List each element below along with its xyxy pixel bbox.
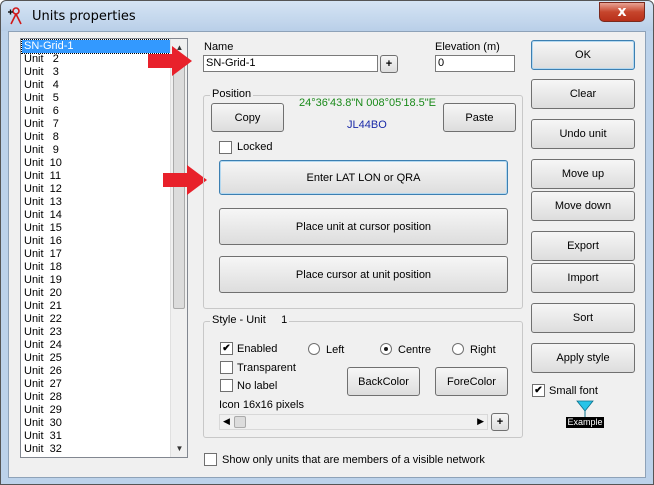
icon-scroll-thumb[interactable]: [234, 416, 246, 428]
name-plus-button[interactable]: +: [380, 55, 398, 73]
sort-button[interactable]: Sort: [531, 303, 635, 333]
app-icon: [8, 7, 22, 25]
list-item[interactable]: Unit 6: [22, 105, 172, 118]
backcolor-button[interactable]: BackColor: [347, 367, 420, 396]
apply-style-button[interactable]: Apply style: [531, 343, 635, 373]
forecolor-button[interactable]: ForeColor: [435, 367, 508, 396]
list-item[interactable]: Unit 9: [22, 144, 172, 157]
enabled-label: Enabled: [237, 343, 278, 355]
small-font-label: Small font: [549, 385, 598, 397]
locked-label: Locked: [237, 141, 273, 153]
icon-size-label: Icon 16x16 pixels: [219, 399, 304, 411]
paste-button[interactable]: Paste: [443, 103, 516, 132]
transparent-checkbox[interactable]: [220, 361, 233, 374]
scroll-down-icon[interactable]: ▼: [171, 440, 187, 457]
list-item[interactable]: Unit 10: [22, 157, 172, 170]
elevation-label: Elevation (m): [435, 41, 500, 53]
scroll-left-icon[interactable]: ◀: [223, 416, 230, 427]
units-properties-window: Units properties x Unit 32 Unit 31 Unit 30…: [0, 0, 654, 485]
show-only-visible-label: Show only units that are members of a vi…: [222, 454, 485, 466]
enabled-checkbox[interactable]: ✔: [220, 342, 233, 355]
align-centre-label: Centre: [398, 344, 432, 356]
list-item[interactable]: Unit 28: [22, 391, 172, 404]
list-item[interactable]: Unit 11: [22, 170, 172, 183]
align-centre-radio[interactable]: [380, 343, 392, 355]
scroll-right-icon[interactable]: ▶: [477, 416, 484, 427]
icon-plus-button[interactable]: +: [491, 413, 509, 431]
move-up-button[interactable]: Move up: [531, 159, 635, 189]
list-item[interactable]: Unit 12: [22, 183, 172, 196]
align-left-label: Left: [326, 344, 345, 356]
place-unit-button[interactable]: Place unit at cursor position: [219, 208, 508, 245]
locator-text: JL44BO: [347, 119, 387, 131]
list-item[interactable]: Unit 4: [22, 79, 172, 92]
enter-lat-lon-button[interactable]: Enter LAT LON or QRA: [219, 160, 508, 195]
list-item[interactable]: Unit 26: [22, 365, 172, 378]
ok-button[interactable]: OK: [531, 40, 635, 70]
name-label: Name: [204, 41, 234, 53]
list-item[interactable]: Unit 22: [22, 313, 172, 326]
place-cursor-button[interactable]: Place cursor at unit position: [219, 256, 508, 293]
list-item[interactable]: Unit 25: [22, 352, 172, 365]
list-item[interactable]: Unit 18: [22, 261, 172, 274]
title-bar[interactable]: Units properties x: [1, 1, 653, 31]
no-label-checkbox[interactable]: [220, 379, 233, 392]
list-item[interactable]: Unit 19: [22, 274, 172, 287]
list-item[interactable]: Unit 24: [22, 339, 172, 352]
list-item[interactable]: Unit 16: [22, 235, 172, 248]
export-button[interactable]: Export: [531, 231, 635, 261]
small-font-checkbox[interactable]: ✔: [532, 384, 545, 397]
unit-marker-icon: [576, 400, 594, 418]
list-item[interactable]: Unit 27: [22, 378, 172, 391]
clear-button[interactable]: Clear: [531, 79, 635, 109]
list-item[interactable]: Unit 29: [22, 404, 172, 417]
align-left-radio[interactable]: [308, 343, 320, 355]
position-group-title: Position: [210, 88, 254, 100]
locked-checkbox[interactable]: [219, 141, 232, 154]
dialog-body: Unit 32 Unit 31 Unit 30 Unit 29 Unit 28 Unit …: [8, 31, 646, 478]
name-input[interactable]: SN-Grid-1: [203, 55, 378, 72]
list-item[interactable]: Unit 7: [22, 118, 172, 131]
list-item[interactable]: Unit 32: [22, 443, 172, 456]
list-item[interactable]: Unit 17: [22, 248, 172, 261]
transparent-label: Transparent: [237, 362, 296, 374]
red-arrow-pointer-enter: [163, 165, 207, 195]
elevation-input[interactable]: 0: [435, 55, 515, 72]
example-label: Example: [566, 417, 604, 428]
style-group-title: Style - Unit 1: [210, 314, 290, 326]
list-item[interactable]: Unit 8: [22, 131, 172, 144]
list-item[interactable]: Unit 13: [22, 196, 172, 209]
units-listbox[interactable]: Unit 32 Unit 31 Unit 30 Unit 29 Unit 28 Unit …: [20, 38, 188, 458]
list-item[interactable]: Unit 21: [22, 300, 172, 313]
show-only-visible-checkbox[interactable]: [204, 453, 217, 466]
list-item[interactable]: Unit 5: [22, 92, 172, 105]
list-item[interactable]: Unit 15: [22, 222, 172, 235]
icon-scrollbar[interactable]: ◀ ▶: [219, 414, 488, 430]
align-right-radio[interactable]: [452, 343, 464, 355]
import-button[interactable]: Import: [531, 263, 635, 293]
red-arrow-pointer-name: [148, 46, 192, 76]
list-item[interactable]: Unit 30: [22, 417, 172, 430]
no-label-label: No label: [237, 380, 278, 392]
window-title: Units properties: [32, 9, 136, 24]
coordinates-text: 24°36'43.8"N 008°05'18.5"E: [299, 97, 437, 109]
list-item[interactable]: Unit 31: [22, 430, 172, 443]
list-item[interactable]: Unit 14: [22, 209, 172, 222]
move-down-button[interactable]: Move down: [531, 191, 635, 221]
align-right-label: Right: [470, 344, 496, 356]
list-item[interactable]: Unit 23: [22, 326, 172, 339]
undo-unit-button[interactable]: Undo unit: [531, 119, 635, 149]
list-item[interactable]: Unit 20: [22, 287, 172, 300]
list-scrollbar[interactable]: ▲ ▼: [170, 39, 187, 457]
copy-button[interactable]: Copy: [211, 103, 284, 132]
close-button[interactable]: x: [599, 2, 645, 22]
